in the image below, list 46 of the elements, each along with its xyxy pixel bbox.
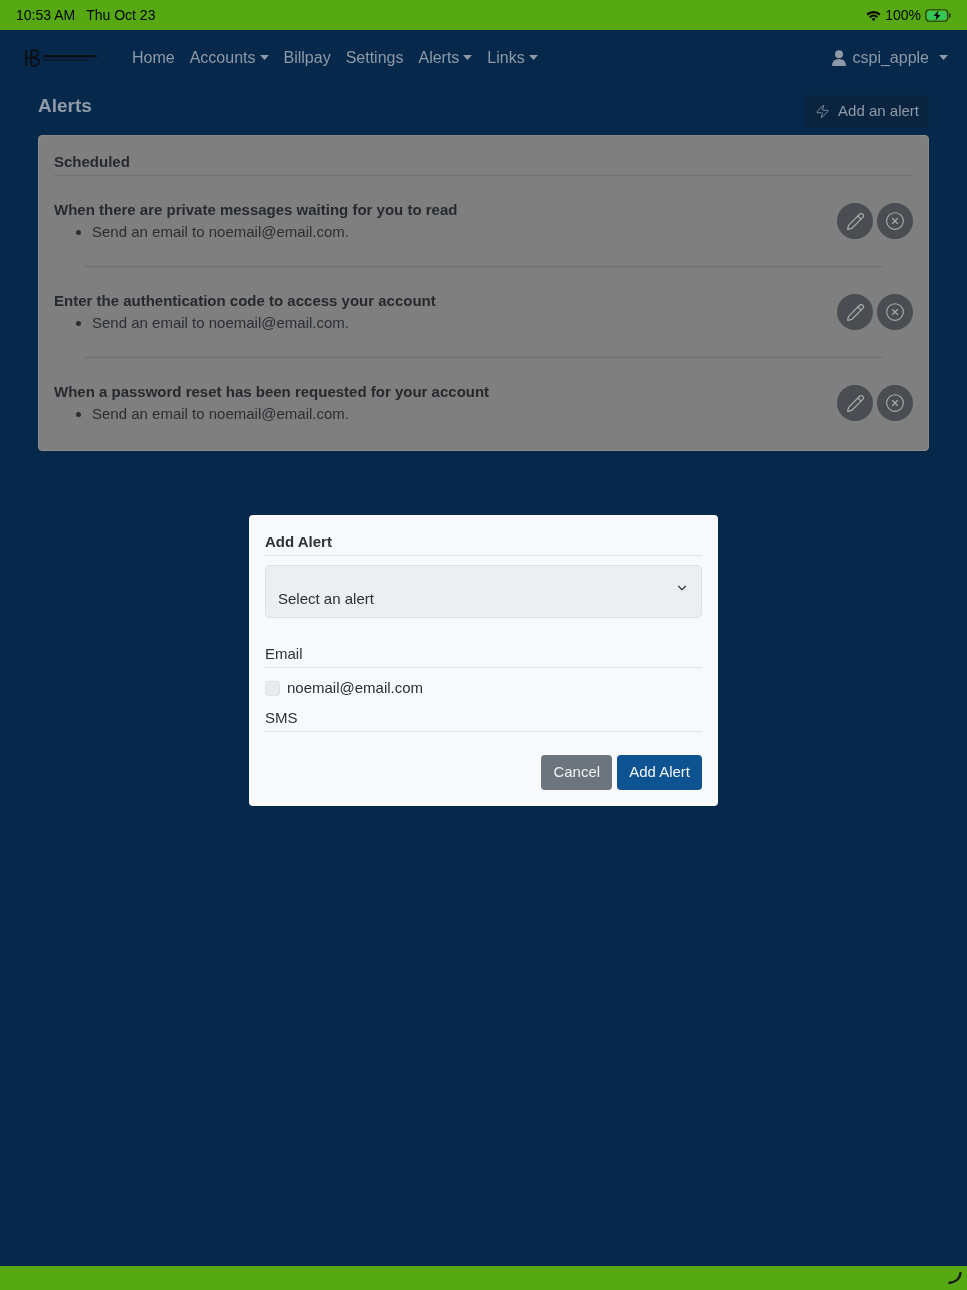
- pencil-icon: [845, 302, 865, 322]
- pencil-icon: [845, 393, 865, 413]
- user-menu[interactable]: cspi_apple: [831, 45, 948, 70]
- wifi-icon: [866, 9, 882, 21]
- alert-action: Send an email to noemail@email.com.: [92, 222, 349, 242]
- delete-button[interactable]: [877, 203, 913, 239]
- edit-button[interactable]: [837, 203, 873, 239]
- nav-link[interactable]: Home: [132, 45, 175, 70]
- alert-action: Send an email to noemail@email.com.: [92, 313, 349, 333]
- user-icon: [831, 49, 846, 66]
- cancel-button[interactable]: Cancel: [541, 755, 613, 790]
- nav-link[interactable]: Billpay: [283, 45, 331, 70]
- edit-button[interactable]: [837, 294, 873, 330]
- arc-icon: [948, 1272, 962, 1284]
- email-option-label: noemail@email.com: [287, 679, 424, 697]
- pencil-icon: [845, 211, 865, 231]
- page-title: Alerts: [38, 95, 92, 117]
- dialog-title: Add Alert: [265, 533, 332, 550]
- alert-title: Enter the authentication code to access your account: [54, 291, 437, 311]
- alert-title: When there are private messages waiting for you to read: [54, 200, 459, 220]
- nav-link[interactable]: Alerts: [418, 45, 473, 70]
- card-title: Scheduled: [54, 153, 130, 170]
- close-circle-icon: [885, 393, 905, 413]
- alert-title: When a password reset has been requested for your account: [54, 382, 491, 402]
- lightning-icon: [815, 103, 831, 119]
- close-circle-icon: [885, 302, 905, 322]
- add-alert-button[interactable]: Add Alert: [617, 755, 702, 790]
- sms-label: SMS: [265, 709, 298, 726]
- nav-link[interactable]: Accounts: [189, 45, 269, 70]
- status-time: 10:53 AM: [16, 5, 76, 25]
- delete-button[interactable]: [877, 294, 913, 330]
- email-label: Email: [265, 645, 303, 662]
- close-circle-icon: [885, 211, 905, 231]
- email-checkbox[interactable]: [265, 680, 280, 696]
- alert-action: Send an email to noemail@email.com.: [92, 404, 349, 424]
- add-alert-button[interactable]: Add an alert: [805, 95, 929, 127]
- bullet-icon: [76, 229, 81, 235]
- delete-button[interactable]: [877, 385, 913, 421]
- bullet-icon: [76, 320, 81, 326]
- alert-select-field[interactable]: Select an alert: [265, 565, 702, 618]
- edit-button[interactable]: [837, 385, 873, 421]
- nav-link[interactable]: Settings: [345, 45, 404, 70]
- bullet-icon: [76, 411, 81, 417]
- status-date: Thu Oct 23: [86, 5, 156, 25]
- battery-percent: 100%: [885, 5, 921, 25]
- nav-link[interactable]: Links: [487, 45, 538, 70]
